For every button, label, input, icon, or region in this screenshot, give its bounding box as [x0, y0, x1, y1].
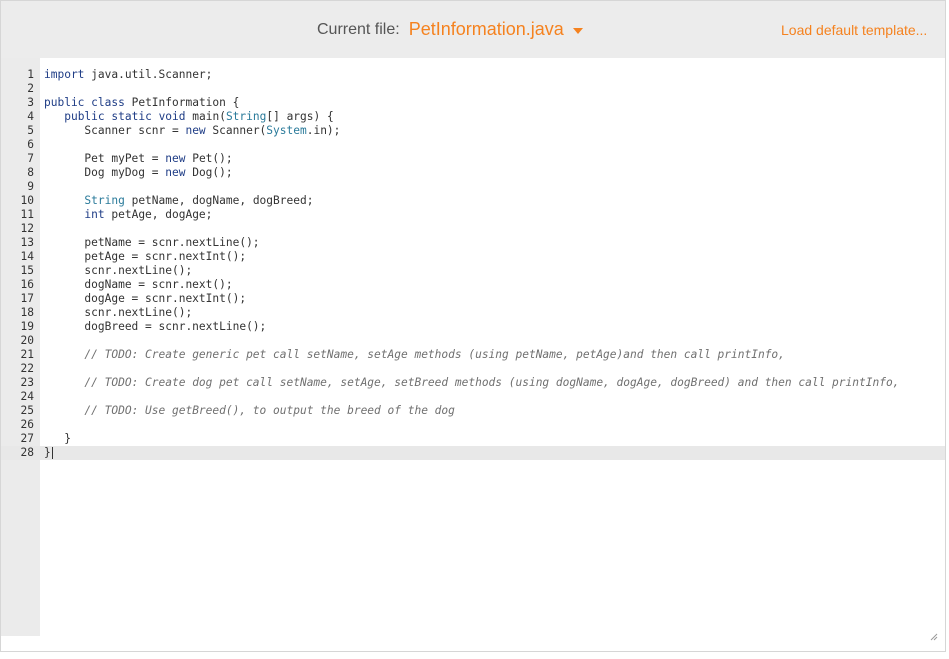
line-number: 27 [20, 432, 34, 445]
line-number: 17 [20, 292, 34, 305]
line-number: 26 [20, 418, 34, 431]
code-text[interactable]: // TODO: Create generic pet call setName… [44, 348, 785, 362]
line-number: 13 [20, 236, 34, 249]
editor-header: Current file: PetInformation.java Load d… [1, 1, 945, 58]
load-default-template-link[interactable]: Load default template... [781, 22, 927, 38]
code-line[interactable]: 8 Dog myDog = new Dog(); [1, 166, 945, 180]
line-number: 9 [27, 180, 34, 193]
code-text[interactable]: Pet myPet = new Pet(); [44, 152, 232, 166]
line-number: 15 [20, 264, 34, 277]
line-number: 18 [20, 306, 34, 319]
code-text[interactable]: scnr.nextLine(); [44, 306, 192, 320]
line-number: 8 [27, 166, 34, 179]
line-number: 22 [20, 362, 34, 375]
code-text[interactable]: dogName = scnr.next(); [44, 278, 232, 292]
code-text[interactable]: petName = scnr.nextLine(); [44, 236, 259, 250]
resize-grip-icon[interactable] [930, 633, 938, 641]
code-line[interactable]: 6 [1, 138, 945, 152]
code-text[interactable]: scnr.nextLine(); [44, 264, 192, 278]
code-line[interactable]: 11 int petAge, dogAge; [1, 208, 945, 222]
line-number: 7 [27, 152, 34, 165]
line-number: 2 [27, 82, 34, 95]
line-number: 11 [20, 208, 34, 221]
line-number: 12 [20, 222, 34, 235]
code-lines[interactable]: 1 import java.util.Scanner; 2 3 public class… [1, 68, 945, 460]
code-line[interactable]: 24 [1, 390, 945, 404]
code-line[interactable]: 1 import java.util.Scanner; [1, 68, 945, 82]
code-line[interactable]: 19 dogBreed = scnr.nextLine(); [1, 320, 945, 334]
code-line[interactable]: 21 // TODO: Create generic pet call setN… [1, 348, 945, 362]
code-line[interactable]: 18 scnr.nextLine(); [1, 306, 945, 320]
code-line[interactable]: 23 // TODO: Create dog pet call setName,… [1, 376, 945, 390]
code-line[interactable]: 15 scnr.nextLine(); [1, 264, 945, 278]
line-number: 19 [20, 320, 34, 333]
code-line[interactable]: 7 Pet myPet = new Pet(); [1, 152, 945, 166]
code-line[interactable]: 9 [1, 180, 945, 194]
code-text[interactable]: } [44, 446, 53, 460]
code-text[interactable]: dogAge = scnr.nextInt(); [44, 292, 246, 306]
code-line[interactable]: 27 } [1, 432, 945, 446]
current-file-label: Current file: [317, 20, 400, 38]
code-text[interactable]: // TODO: Create dog pet call setName, se… [44, 376, 899, 390]
code-line[interactable]: 25 // TODO: Use getBreed(), to output th… [1, 404, 945, 418]
line-number: 5 [27, 124, 34, 137]
code-text[interactable]: import java.util.Scanner; [44, 68, 212, 82]
line-number: 28 [20, 446, 34, 459]
code-text[interactable]: Dog myDog = new Dog(); [44, 166, 232, 180]
code-text[interactable]: public class PetInformation { [44, 96, 239, 110]
code-text[interactable]: // TODO: Use getBreed(), to output the b… [44, 404, 454, 418]
code-line[interactable]: 12 [1, 222, 945, 236]
line-number: 16 [20, 278, 34, 291]
code-line[interactable]: 17 dogAge = scnr.nextInt(); [1, 292, 945, 306]
code-editor[interactable]: 1 import java.util.Scanner; 2 3 public class… [1, 58, 945, 651]
line-number: 23 [20, 376, 34, 389]
caret-down-icon [572, 27, 583, 34]
code-text[interactable]: public static void main(String[] args) { [44, 110, 334, 124]
code-line[interactable]: 20 [1, 334, 945, 348]
line-number: 10 [20, 194, 34, 207]
line-number: 14 [20, 250, 34, 263]
code-text[interactable]: petAge = scnr.nextInt(); [44, 250, 246, 264]
code-line[interactable]: 3 public class PetInformation { [1, 96, 945, 110]
code-line[interactable]: 10 String petName, dogName, dogBreed; [1, 194, 945, 208]
code-line[interactable]: 16 dogName = scnr.next(); [1, 278, 945, 292]
editor-panel: Current file: PetInformation.java Load d… [0, 0, 946, 652]
code-text[interactable]: } [44, 432, 71, 446]
text-cursor [51, 447, 53, 459]
line-number: 24 [20, 390, 34, 403]
code-line[interactable]: 22 [1, 362, 945, 376]
current-file: Current file: PetInformation.java [317, 19, 583, 40]
code-text[interactable]: dogBreed = scnr.nextLine(); [44, 320, 266, 334]
line-number: 6 [27, 138, 34, 151]
code-line[interactable]: 28} [1, 446, 945, 460]
code-line[interactable]: 2 [1, 82, 945, 96]
file-select-dropdown[interactable]: PetInformation.java [409, 19, 583, 40]
code-line[interactable]: 26 [1, 418, 945, 432]
code-line[interactable]: 5 Scanner scnr = new Scanner(System.in); [1, 124, 945, 138]
code-text[interactable]: String petName, dogName, dogBreed; [44, 194, 313, 208]
line-number: 1 [27, 68, 34, 81]
file-name: PetInformation.java [408, 19, 564, 39]
code-line[interactable]: 4 public static void main(String[] args)… [1, 110, 945, 124]
code-line[interactable]: 13 petName = scnr.nextLine(); [1, 236, 945, 250]
line-number: 25 [20, 404, 34, 417]
line-number: 21 [20, 348, 34, 361]
code-line[interactable]: 14 petAge = scnr.nextInt(); [1, 250, 945, 264]
code-text[interactable]: int petAge, dogAge; [44, 208, 212, 222]
line-number: 4 [27, 110, 34, 123]
line-number: 3 [27, 96, 34, 109]
line-number: 20 [20, 334, 34, 347]
code-text[interactable]: Scanner scnr = new Scanner(System.in); [44, 124, 340, 138]
